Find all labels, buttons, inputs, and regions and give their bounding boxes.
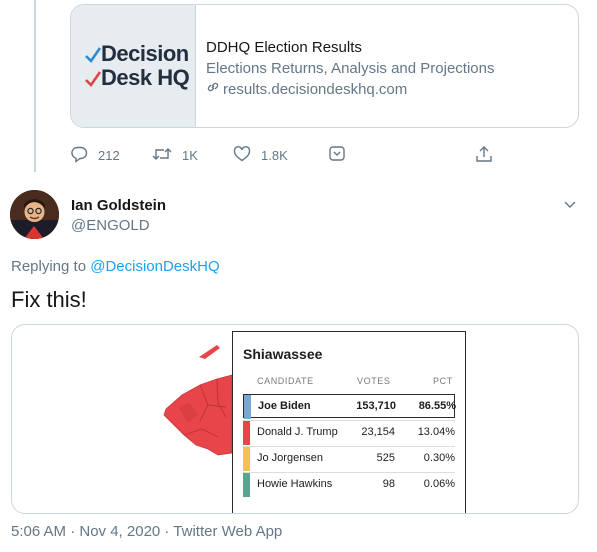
author-handle[interactable]: @ENGOLD: [71, 217, 150, 234]
more-options-button[interactable]: [563, 198, 577, 216]
reply-count: 212: [98, 147, 120, 163]
candidate-name: Jo Jorgensen: [257, 452, 324, 464]
party-swatch: [244, 395, 251, 419]
reply-icon: [70, 145, 98, 166]
replying-to: Replying to @DecisionDeskHQ: [11, 258, 220, 275]
card-url: results.decisiondeskhq.com: [206, 79, 494, 100]
candidate-votes: 525: [376, 452, 395, 464]
county-title: Shiawassee: [243, 346, 323, 362]
candidate-pct: 0.06%: [423, 478, 455, 490]
tweet-image[interactable]: Shiawassee CANDIDATE VOTES PCT Joe Biden…: [11, 324, 579, 514]
bookmark-icon: [328, 145, 356, 166]
header-votes: VOTES: [357, 376, 391, 386]
candidate-pct: 86.55%: [418, 400, 456, 412]
table-row: Donald J. Trump 23,154 13.04%: [243, 420, 455, 445]
like-count: 1.8K: [261, 147, 288, 163]
avatar[interactable]: [10, 190, 59, 239]
replying-prefix: Replying to: [11, 258, 87, 275]
mention-link[interactable]: @DecisionDeskHQ: [90, 258, 219, 275]
candidate-votes: 23,154: [361, 426, 395, 438]
tweet-actions: 212 1K 1.8K: [70, 145, 500, 165]
card-url-text: results.decisiondeskhq.com: [223, 81, 408, 98]
logo-text-line1: Decision: [101, 41, 189, 66]
candidate-name: Donald J. Trump: [257, 426, 338, 438]
retweet-icon: [152, 145, 182, 166]
candidate-pct: 0.30%: [423, 452, 455, 464]
author-name[interactable]: Ian Goldstein: [71, 197, 166, 214]
table-row: Jo Jorgensen 525 0.30%: [243, 446, 455, 471]
chevron-down-icon: [563, 198, 577, 215]
link-icon: [206, 79, 223, 100]
logo-text-line2: Desk HQ: [101, 65, 190, 90]
like-button[interactable]: 1.8K: [233, 145, 288, 166]
bookmark-button[interactable]: [328, 145, 356, 166]
table-row: Howie Hawkins 98 0.06%: [243, 472, 455, 497]
check-mark-red-icon: [85, 68, 102, 88]
heart-icon: [233, 145, 261, 166]
candidate-pct: 13.04%: [417, 426, 455, 438]
card-description: Elections Returns, Analysis and Projecti…: [206, 60, 495, 77]
ddhq-logo: Decision Desk HQ: [71, 5, 196, 127]
check-mark-icon: [85, 44, 102, 64]
candidate-name: Joe Biden: [258, 400, 311, 412]
card-title: DDHQ Election Results: [206, 39, 362, 56]
thread-connector-line: [34, 0, 36, 172]
results-panel: Shiawassee CANDIDATE VOTES PCT Joe Biden…: [232, 331, 466, 513]
reply-button[interactable]: 212: [70, 145, 120, 166]
header-candidate: CANDIDATE: [257, 376, 314, 386]
party-swatch: [243, 473, 250, 497]
party-swatch: [243, 421, 250, 445]
share-icon: [475, 145, 503, 166]
tweet-timestamp[interactable]: 5:06 AM · Nov 4, 2020 · Twitter Web App: [11, 523, 282, 540]
candidate-votes: 153,710: [356, 400, 396, 412]
retweet-count: 1K: [182, 147, 198, 163]
party-swatch: [243, 447, 250, 471]
share-button[interactable]: [475, 145, 503, 166]
candidate-name: Howie Hawkins: [257, 478, 333, 490]
table-row: Joe Biden 153,710 86.55%: [243, 394, 456, 419]
header-pct: PCT: [433, 376, 453, 386]
candidate-votes: 98: [382, 478, 395, 490]
link-preview-card[interactable]: Decision Desk HQ DDHQ Election Results E…: [70, 4, 579, 128]
retweet-button[interactable]: 1K: [152, 145, 198, 166]
tweet-text: Fix this!: [11, 287, 87, 312]
